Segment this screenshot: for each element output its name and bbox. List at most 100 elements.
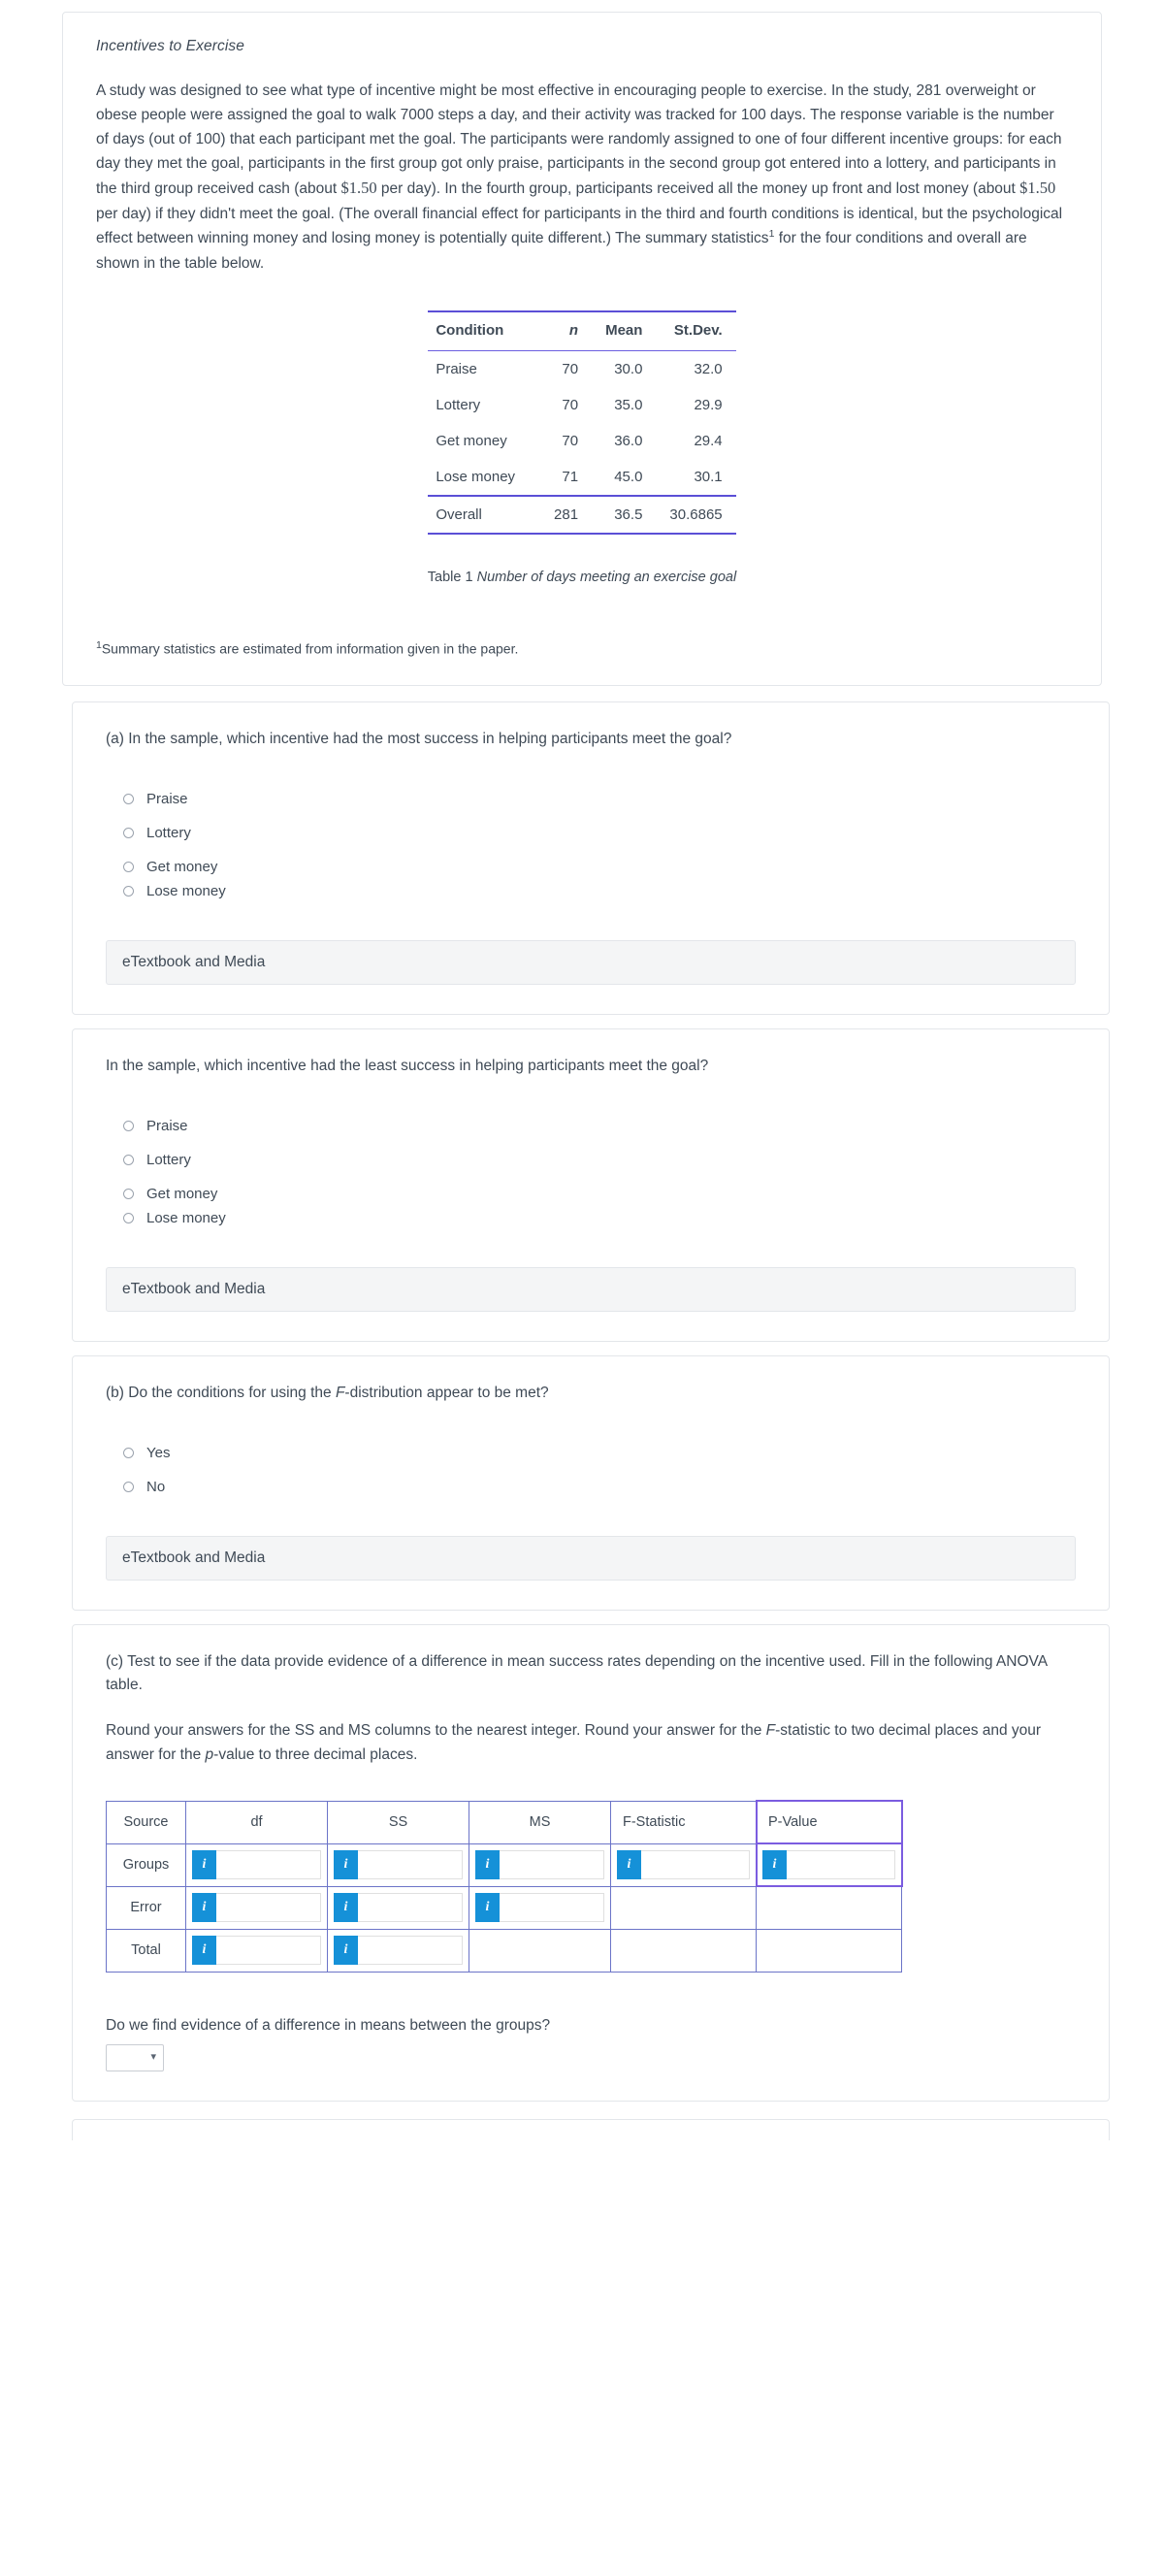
- chevron-down-icon[interactable]: ▾: [150, 2052, 156, 2063]
- anova-input-total-ss[interactable]: [358, 1936, 463, 1966]
- etextbook-and-media-bar[interactable]: eTextbook and Media: [106, 940, 1076, 986]
- info-icon[interactable]: i: [192, 1936, 216, 1966]
- question-c-card: (c) Test to see if the data provide evid…: [72, 1623, 1110, 2102]
- summary-table-body: Praise 70 30.0 32.0 Lottery 70 35.0 29.9: [428, 350, 736, 534]
- radio-icon[interactable]: [123, 828, 134, 839]
- footnote: 1Summary statistics are estimated from i…: [96, 639, 1068, 657]
- anova-header-ss: SS: [327, 1800, 469, 1844]
- info-icon[interactable]: i: [192, 1893, 216, 1923]
- summary-statistics-table: Condition n Mean St.Dev. Praise 70 30.0 …: [428, 310, 736, 535]
- rounding-instructions-pre: Round your answers for the SS and MS col…: [106, 1722, 766, 1740]
- info-icon[interactable]: i: [192, 1850, 216, 1880]
- radio-option-no[interactable]: No: [123, 1479, 1076, 1495]
- radio-option-yes[interactable]: Yes: [123, 1445, 1076, 1461]
- anova-row-label: Error: [106, 1885, 186, 1930]
- info-icon[interactable]: i: [334, 1893, 358, 1923]
- anova-cell-groups-df[interactable]: i: [185, 1842, 328, 1887]
- problem-description-mid: per day). In the fourth group, participa…: [376, 180, 1020, 198]
- problem-description: A study was designed to see what type of…: [96, 79, 1068, 276]
- info-icon[interactable]: i: [334, 1936, 358, 1966]
- anova-cell-error-p-empty: [756, 1885, 902, 1930]
- input-group[interactable]: i: [469, 1850, 610, 1880]
- anova-input-groups-p[interactable]: [787, 1850, 895, 1880]
- radio-icon[interactable]: [123, 1481, 134, 1492]
- anova-cell-error-ms[interactable]: i: [469, 1885, 611, 1930]
- radio-option-praise[interactable]: Praise: [123, 1118, 1076, 1134]
- info-icon[interactable]: i: [617, 1850, 641, 1880]
- anova-input-groups-ms[interactable]: [500, 1850, 604, 1880]
- row-condition: Praise: [436, 360, 477, 377]
- rounding-instructions-post: -value to three decimal places.: [213, 1746, 418, 1764]
- anova-header-ms: MS: [469, 1800, 611, 1844]
- radio-option-lose-money[interactable]: Lose money: [123, 883, 1076, 899]
- radio-icon[interactable]: [123, 862, 134, 873]
- anova-row-total: Total i i: [106, 1928, 902, 1973]
- radio-icon[interactable]: [123, 1188, 134, 1199]
- input-group[interactable]: i: [186, 1893, 327, 1923]
- question-a-options: Praise Lottery Get money Lose money: [123, 791, 1076, 899]
- input-group[interactable]: i: [186, 1936, 327, 1966]
- anova-cell-error-df[interactable]: i: [185, 1885, 328, 1930]
- question-b-prompt: (b) Do the conditions for using the F-di…: [106, 1382, 1076, 1406]
- radio-label: Get money: [146, 859, 218, 876]
- overall-mean: 36.5: [614, 505, 643, 523]
- radio-icon[interactable]: [123, 794, 134, 805]
- question-a-body: (a) In the sample, which incentive had t…: [73, 702, 1109, 1014]
- question-b-options: Yes No: [123, 1445, 1076, 1495]
- radio-label: Lottery: [146, 1151, 191, 1168]
- radio-option-get-money[interactable]: Get money: [123, 859, 1076, 875]
- table-caption-label: Table 1: [427, 569, 473, 585]
- radio-option-praise[interactable]: Praise: [123, 791, 1076, 807]
- input-group[interactable]: i: [328, 1850, 469, 1880]
- radio-icon[interactable]: [123, 1154, 134, 1165]
- info-icon[interactable]: i: [475, 1850, 500, 1880]
- input-group[interactable]: i: [757, 1850, 901, 1880]
- summary-table-wrapper: Condition n Mean St.Dev. Praise 70 30.0 …: [96, 310, 1068, 535]
- radio-icon[interactable]: [123, 1212, 134, 1223]
- etextbook-and-media-bar[interactable]: eTextbook and Media: [106, 1266, 1076, 1312]
- info-icon[interactable]: i: [475, 1893, 500, 1923]
- input-group[interactable]: i: [186, 1850, 327, 1880]
- summary-table-head: Condition n Mean St.Dev.: [428, 310, 736, 351]
- input-group[interactable]: i: [611, 1850, 756, 1880]
- etextbook-and-media-bar[interactable]: eTextbook and Media: [106, 1535, 1076, 1581]
- radio-option-lottery[interactable]: Lottery: [123, 1152, 1076, 1168]
- row-mean: 36.0: [614, 432, 643, 449]
- anova-input-groups-f[interactable]: [641, 1850, 750, 1880]
- anova-input-error-ss[interactable]: [358, 1893, 463, 1923]
- input-group[interactable]: i: [328, 1936, 469, 1966]
- anova-header-row: Source df SS MS F-Statistic P-Value: [106, 1800, 903, 1845]
- radio-icon[interactable]: [123, 886, 134, 897]
- anova-cell-groups-ss[interactable]: i: [327, 1842, 469, 1887]
- anova-cell-groups-p[interactable]: i: [755, 1842, 903, 1888]
- row-sd: 32.0: [694, 360, 723, 377]
- anova-cell-total-ss[interactable]: i: [327, 1928, 469, 1973]
- money-amount-2: $1.50: [1019, 179, 1056, 198]
- radio-icon[interactable]: [123, 1447, 134, 1458]
- anova-cell-error-ss[interactable]: i: [327, 1885, 469, 1930]
- anova-input-error-df[interactable]: [216, 1893, 321, 1923]
- anova-cell-groups-f[interactable]: i: [610, 1842, 757, 1887]
- input-group[interactable]: i: [328, 1893, 469, 1923]
- radio-option-lottery[interactable]: Lottery: [123, 825, 1076, 841]
- summary-header-stdev: St.Dev.: [673, 321, 723, 339]
- radio-label: No: [146, 1478, 166, 1495]
- anova-input-total-df[interactable]: [216, 1936, 321, 1966]
- table-row: Praise 70 30.0 32.0: [428, 350, 736, 387]
- info-icon[interactable]: i: [762, 1850, 787, 1880]
- row-n: 70: [562, 396, 579, 413]
- anova-cell-groups-ms[interactable]: i: [469, 1842, 611, 1887]
- radio-option-lose-money[interactable]: Lose money: [123, 1210, 1076, 1226]
- radio-option-get-money[interactable]: Get money: [123, 1186, 1076, 1202]
- anova-input-error-ms[interactable]: [500, 1893, 604, 1923]
- radio-icon[interactable]: [123, 1120, 134, 1131]
- question-a-prompt: (a) In the sample, which incentive had t…: [106, 731, 732, 748]
- input-group[interactable]: i: [469, 1893, 610, 1923]
- info-icon[interactable]: i: [334, 1850, 358, 1880]
- anova-input-groups-df[interactable]: [216, 1850, 321, 1880]
- evidence-select[interactable]: ▾: [106, 2043, 164, 2071]
- anova-cell-total-df[interactable]: i: [185, 1928, 328, 1973]
- evidence-question: Do we find evidence of a difference in m…: [106, 2016, 551, 2034]
- anova-input-groups-ss[interactable]: [358, 1850, 463, 1880]
- anova-row-groups: Groups i i i i i: [106, 1842, 903, 1888]
